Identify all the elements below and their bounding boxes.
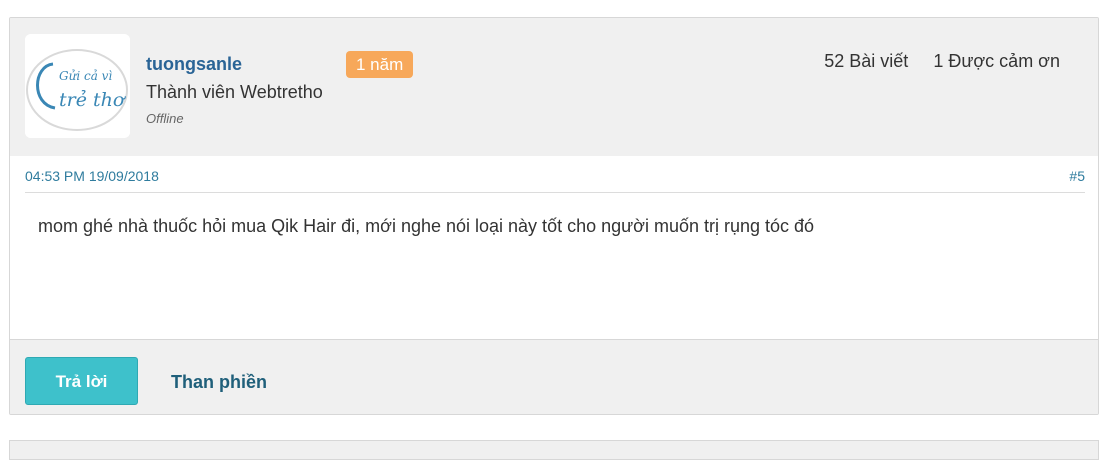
username-link[interactable]: tuongsanle	[146, 54, 242, 75]
post-card: Gửi cả vì trẻ thơ tuongsanle 1 năm Thành…	[9, 17, 1099, 415]
post-meta: 04:53 PM 19/09/2018 #5	[25, 166, 1085, 193]
next-post-card	[9, 440, 1099, 460]
online-status: Offline	[146, 111, 184, 126]
avatar-logo-icon: Gửi cả vì trẻ thơ	[25, 34, 130, 138]
reply-button[interactable]: Trả lời	[25, 357, 138, 405]
post-timestamp: 04:53 PM 19/09/2018	[25, 168, 159, 184]
avatar-text-line2: trẻ thơ	[59, 89, 127, 111]
user-stats: 52 Bài viết 1 Được cảm ơn	[804, 51, 1060, 72]
thanks-count: 1 Được cảm ơn	[933, 51, 1060, 71]
post-number-link[interactable]: #5	[1069, 168, 1085, 184]
avatar[interactable]: Gửi cả vì trẻ thơ	[25, 34, 130, 138]
post-header: Gửi cả vì trẻ thơ tuongsanle 1 năm Thành…	[10, 18, 1098, 156]
post-count: 52 Bài viết	[824, 51, 909, 71]
avatar-text-line1: Gửi cả vì	[59, 69, 112, 83]
user-rank: Thành viên Webtretho	[146, 82, 323, 102]
post-content: mom ghé nhà thuốc hỏi mua Qik Hair đi, m…	[38, 216, 815, 236]
complain-link[interactable]: Than phiền	[171, 372, 267, 393]
post-footer: Trả lời Than phiền	[10, 339, 1098, 414]
membership-badge: 1 năm	[346, 51, 414, 78]
